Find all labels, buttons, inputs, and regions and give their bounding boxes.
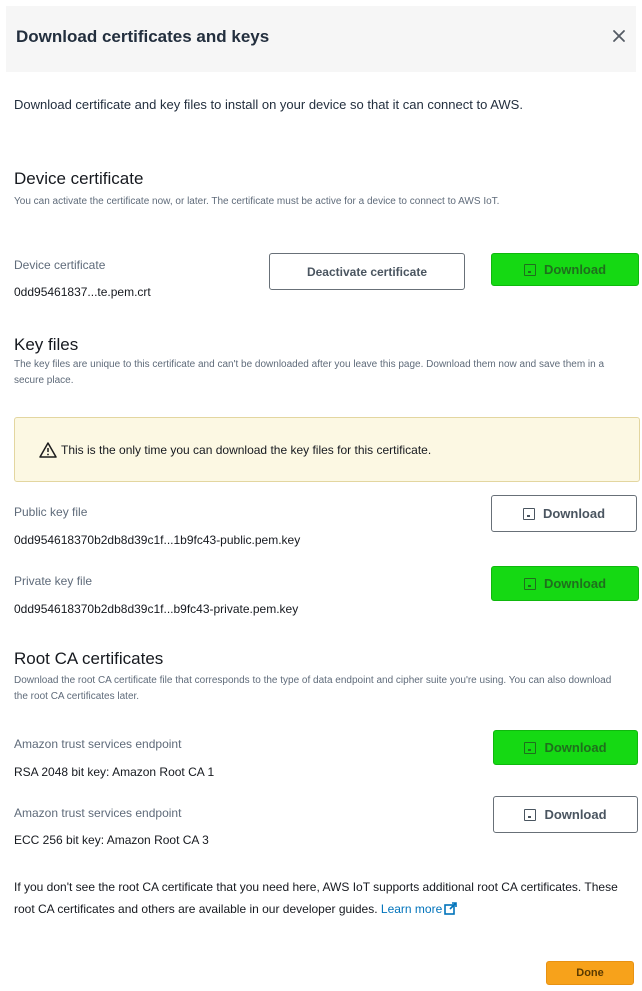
key-files-heading: Key files [14,335,79,354]
download-dialog: Download certificates and keys Download … [6,6,640,986]
private-key-filename: 0dd954618370b2db8d39c1f...b9fc43-private… [14,602,299,616]
download-icon [522,507,535,520]
public-key-download-button[interactable]: Download [491,495,637,532]
private-key-download-button[interactable]: Download [491,566,639,601]
device-certificate-download-button[interactable]: Download [491,253,639,286]
learn-more-label: Learn more [380,902,443,916]
rsa-download-button[interactable]: Download [493,730,638,765]
ecc-key-value: ECC 256 bit key: Amazon Root CA 3 [14,833,209,847]
root-ca-heading: Root CA certificates [14,649,164,668]
dialog-header: Download certificates and keys [6,6,636,72]
device-certificate-label: Device certificate [14,258,106,272]
rsa-endpoint-label: Amazon trust services endpoint [14,737,182,751]
ecc-endpoint-label: Amazon trust services endpoint [14,806,182,820]
download-icon [524,808,537,821]
external-link-icon [444,902,458,915]
learn-more-link[interactable]: Learn more [380,902,458,916]
private-key-label: Private key file [14,574,93,588]
download-label: Download [543,262,607,277]
download-icon [523,263,536,276]
dialog-intro: Download certificate and key files to in… [14,97,523,112]
download-icon [524,741,537,754]
deactivate-certificate-button[interactable]: Deactivate certificate [269,253,465,290]
close-icon[interactable] [606,23,632,49]
download-label: Download [544,740,607,755]
device-certificate-description: You can activate the certificate now, or… [14,196,500,207]
key-files-description: The key files are unique to this certifi… [14,359,605,386]
device-certificate-filename: 0dd95461837...te.pem.crt [14,285,151,299]
public-key-label: Public key file [14,505,88,519]
done-label: Done [576,967,604,979]
download-icon [523,577,536,590]
download-label: Download [543,576,607,591]
public-key-filename: 0dd954618370b2db8d39c1f...1b9fc43-public… [14,533,301,547]
download-label: Download [542,506,606,521]
done-button[interactable]: Done [546,961,634,985]
footer-text: If you don't see the root CA certificate… [14,880,618,916]
warning-icon [39,442,57,458]
root-ca-footer-note: If you don't see the root CA certificate… [14,876,636,920]
dialog-title: Download certificates and keys [16,27,270,46]
rsa-key-value: RSA 2048 bit key: Amazon Root CA 1 [14,765,215,779]
alert-text: This is the only time you can download t… [61,443,432,457]
root-ca-description: Download the root CA certificate file th… [14,675,612,702]
key-files-warning-alert: This is the only time you can download t… [14,417,640,482]
deactivate-certificate-label: Deactivate certificate [306,264,428,279]
ecc-download-button[interactable]: Download [493,796,638,833]
download-label: Download [544,807,607,822]
device-certificate-heading: Device certificate [14,169,144,188]
